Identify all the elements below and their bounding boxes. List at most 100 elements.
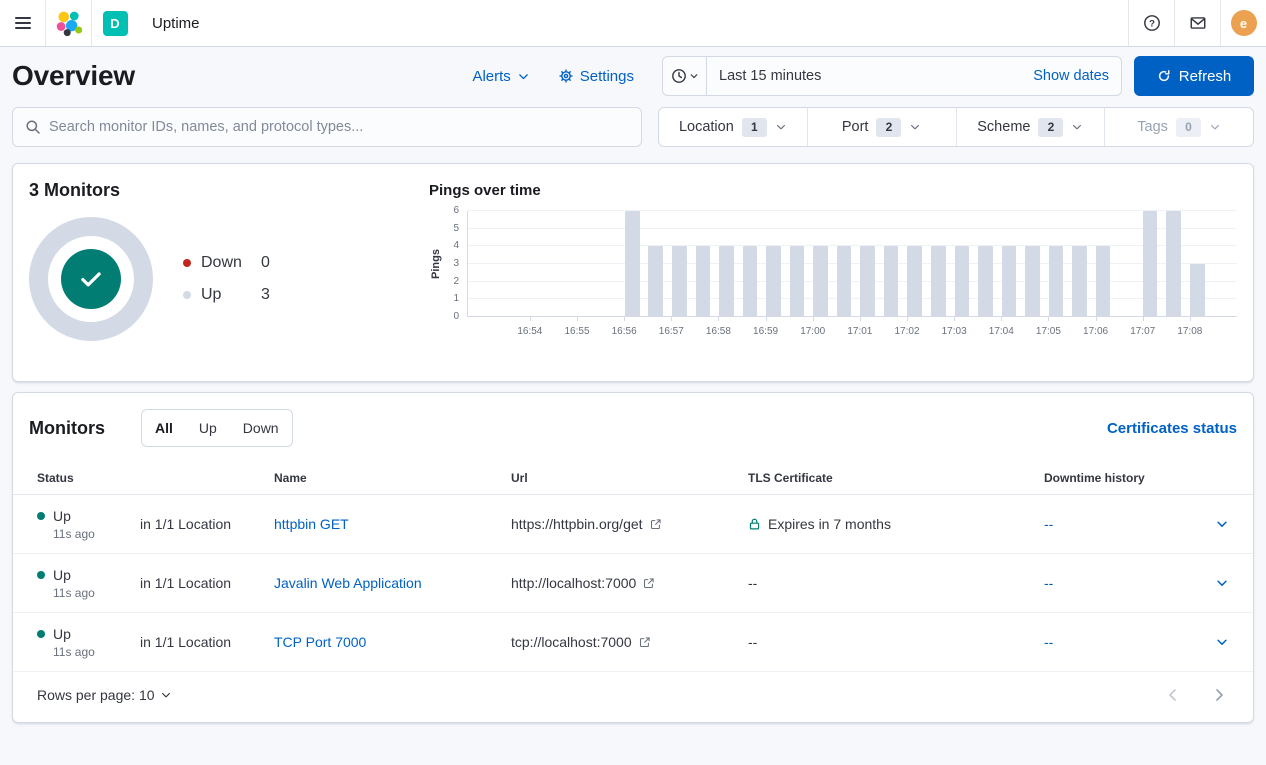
filter-count-badge: 1 — [742, 118, 767, 137]
pings-bar — [766, 246, 781, 317]
monitor-name-link[interactable]: httpbin GET — [274, 516, 349, 532]
monitor-name-link[interactable]: Javalin Web Application — [274, 575, 422, 591]
search-input[interactable] — [49, 119, 629, 135]
x-axis-tick-label: 17:05 — [1036, 326, 1061, 337]
x-axis-tick-label: 16:56 — [612, 326, 637, 337]
pings-bar — [1166, 211, 1181, 317]
filter-count-badge: 0 — [1176, 118, 1201, 137]
chevron-down-icon — [1071, 121, 1083, 133]
menu-button[interactable] — [0, 0, 46, 46]
alerts-dropdown[interactable]: Alerts — [472, 68, 529, 85]
x-axis-tick-label: 16:58 — [706, 326, 731, 337]
pings-bar — [672, 246, 687, 317]
x-axis-tick-label: 16:57 — [659, 326, 684, 337]
elastic-logo[interactable] — [46, 0, 92, 46]
filter-count-badge: 2 — [876, 118, 901, 137]
status-location: in 1/1 Location — [140, 516, 231, 532]
monitor-name-link[interactable]: TCP Port 7000 — [274, 634, 366, 650]
donut-legend: Down0Up3 — [183, 247, 270, 311]
table-row: Up 11s agoin 1/1 Location httpbin GET https… — [13, 495, 1253, 554]
rows-per-page-label: Rows per page: 10 — [37, 687, 155, 703]
tab-down[interactable]: Down — [230, 410, 292, 446]
clock-icon — [671, 68, 687, 84]
filter-group: Location1Port2Scheme2 Tags 0 — [658, 107, 1254, 147]
time-range-value[interactable]: Last 15 minutes — [707, 68, 1021, 84]
monitors-card: Monitors AllUpDown Certificates status S… — [12, 392, 1254, 723]
prev-page-button[interactable] — [1163, 685, 1183, 705]
pings-bar — [1190, 264, 1205, 317]
column-header: Url — [503, 471, 740, 485]
legend-label: Down — [201, 254, 261, 272]
pings-bar — [1002, 246, 1017, 317]
quick-select-button[interactable] — [663, 57, 707, 95]
help-button[interactable]: ? — [1128, 0, 1174, 46]
user-menu-button[interactable]: e — [1220, 0, 1266, 46]
downtime-history-cell: -- — [1036, 634, 1193, 650]
pings-bar — [860, 246, 875, 317]
expand-row-button[interactable] — [1211, 513, 1233, 535]
pings-bar — [743, 246, 758, 317]
lock-icon — [748, 517, 761, 531]
table-row: Up11s agoin 1/1 LocationJavalin Web Appl… — [13, 554, 1253, 613]
hamburger-icon — [15, 17, 31, 29]
filter-port-button[interactable]: Port2 — [807, 108, 956, 146]
snapshot-card: 3 Monitors Down0Up3 Pings over time Ping… — [12, 163, 1254, 382]
external-url-link[interactable] — [639, 636, 651, 648]
filter-tags-button[interactable]: Tags 0 — [1104, 108, 1253, 146]
pings-x-labels: 16:5416:5516:5616:5716:5816:5917:0017:01… — [467, 317, 1237, 345]
pings-bar — [1096, 246, 1111, 317]
search-icon — [25, 119, 41, 135]
status-ago: 11s ago — [37, 527, 140, 541]
next-page-button[interactable] — [1209, 685, 1229, 705]
space-badge[interactable]: D — [92, 0, 138, 46]
filter-scheme-button[interactable]: Scheme2 — [956, 108, 1105, 146]
page-title: Overview — [12, 60, 135, 92]
status-location: in 1/1 Location — [140, 634, 231, 650]
refresh-icon — [1157, 69, 1171, 83]
rows-per-page-button[interactable]: Rows per page: 10 — [37, 687, 172, 703]
filter-label: Tags — [1137, 119, 1168, 135]
x-axis-tick-label: 16:59 — [753, 326, 778, 337]
pings-bar — [696, 246, 711, 317]
expand-row-button[interactable] — [1211, 631, 1233, 653]
pings-bar — [837, 246, 852, 317]
expand-row-button[interactable] — [1211, 572, 1233, 594]
certificates-status-link[interactable]: Certificates status — [1107, 420, 1237, 437]
x-axis-tick-label: 17:00 — [800, 326, 825, 337]
pings-bar — [1049, 246, 1064, 317]
x-axis-tick-label: 16:55 — [564, 326, 589, 337]
downtime-history-cell: -- — [1036, 516, 1193, 532]
table-row: Up11s agoin 1/1 LocationTCP Port 7000tcp… — [13, 613, 1253, 672]
newsfeed-button[interactable] — [1174, 0, 1220, 46]
external-url-link[interactable] — [650, 518, 662, 530]
legend-item-down: Down0 — [183, 247, 270, 279]
status-filter-tabs: AllUpDown — [141, 409, 293, 447]
tab-up[interactable]: Up — [186, 410, 230, 446]
monitors-title: Monitors — [29, 418, 105, 439]
show-dates-button[interactable]: Show dates — [1021, 68, 1121, 84]
tab-all[interactable]: All — [142, 410, 186, 446]
column-header: Downtime history — [1036, 471, 1193, 485]
chevron-down-icon — [1209, 121, 1221, 133]
status-up-dot — [37, 512, 45, 520]
monitor-url: http://localhost:7000 — [511, 575, 636, 591]
x-axis-tick-label: 17:01 — [847, 326, 872, 337]
space-initial: D — [103, 11, 128, 36]
external-url-link[interactable] — [643, 577, 655, 589]
filter-count-badge: 2 — [1038, 118, 1063, 137]
refresh-button[interactable]: Refresh — [1134, 56, 1254, 96]
monitor-url: https://httpbin.org/get — [511, 516, 643, 532]
chevron-down-icon — [689, 71, 699, 81]
settings-button[interactable]: Settings — [558, 68, 634, 85]
status-location: in 1/1 Location — [140, 575, 231, 591]
external-link-icon — [643, 577, 655, 589]
status-text: Up — [53, 508, 71, 524]
column-header: Name — [266, 471, 503, 485]
status-ago: 11s ago — [37, 586, 140, 600]
x-axis-tick-label: 17:07 — [1130, 326, 1155, 337]
tls-certificate-text: -- — [748, 575, 757, 591]
filter-location-button[interactable]: Location1 — [659, 108, 807, 146]
pings-bar — [790, 246, 805, 317]
pings-bar — [978, 246, 993, 317]
status-up-dot — [37, 571, 45, 579]
